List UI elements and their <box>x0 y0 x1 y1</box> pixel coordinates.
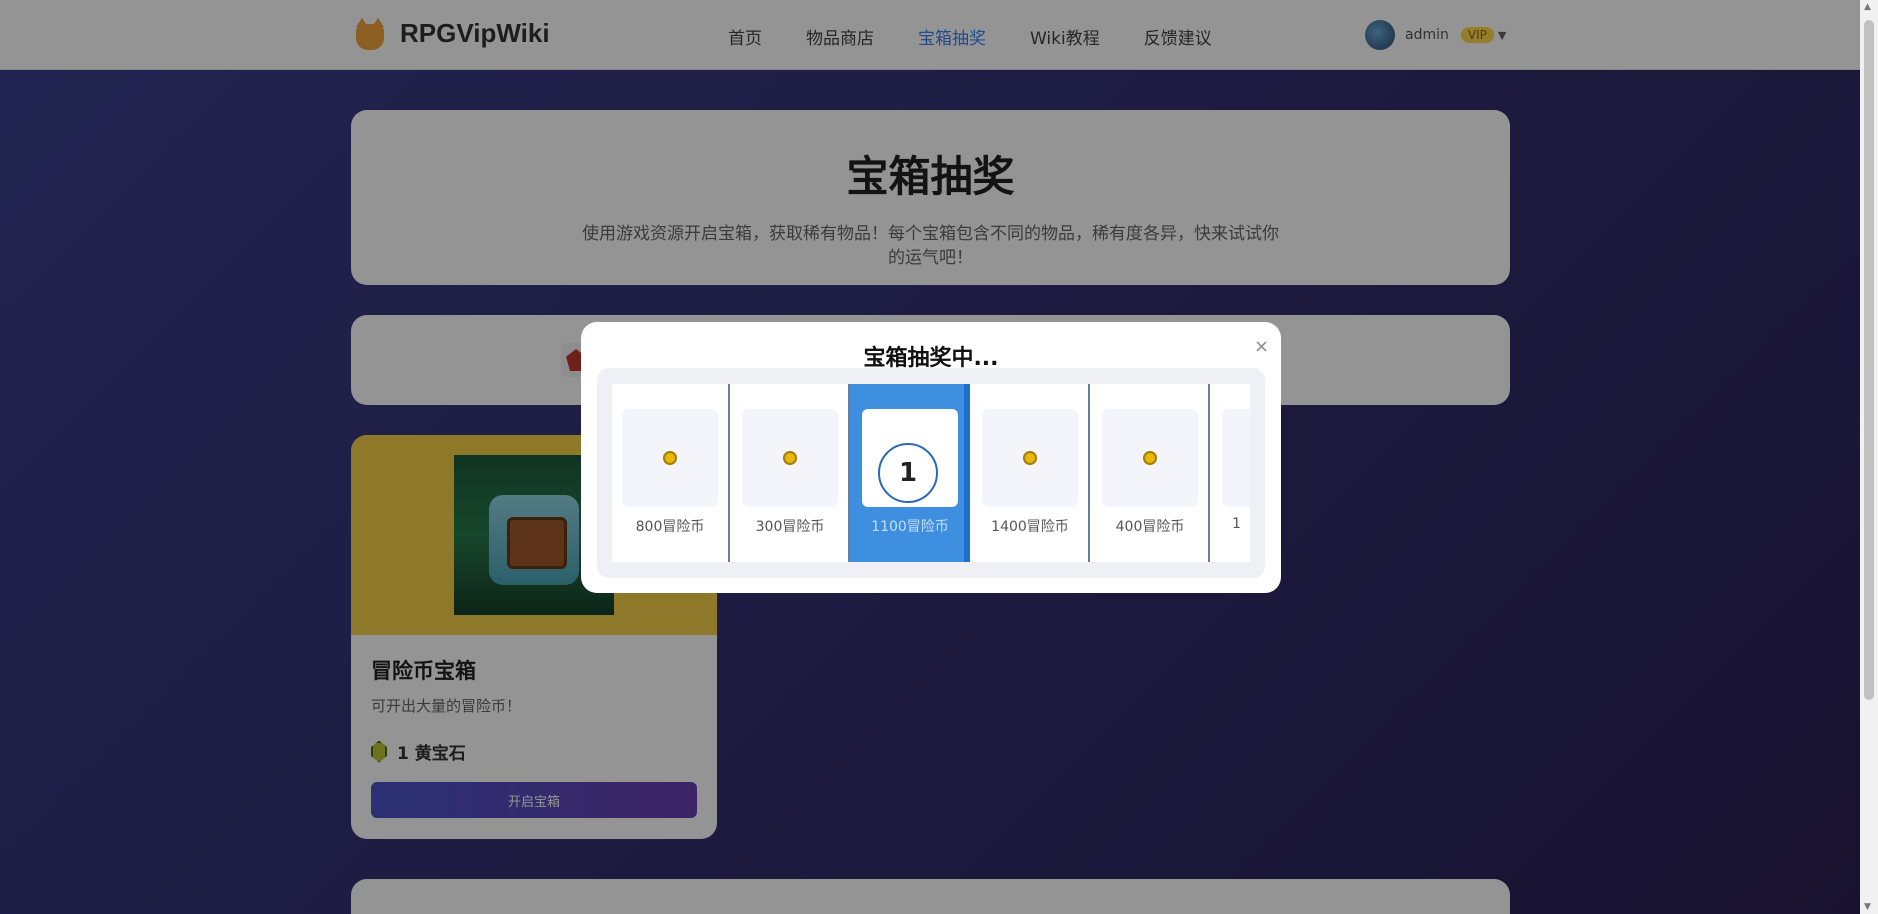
reel-item: 800冒险币 <box>612 384 730 562</box>
scroll-up-icon[interactable]: ▲ <box>1864 2 1871 12</box>
page-scrollbar[interactable]: ▲ ▼ <box>1860 0 1878 914</box>
reel-item-image <box>622 409 718 507</box>
reel-item-label: 800冒险币 <box>635 519 705 535</box>
reel-container: 800冒险币 300冒险币 1 1100冒险币 1400冒险币 400冒险币 1 <box>597 368 1265 578</box>
reel-item-label: 1100冒险币 <box>871 519 949 535</box>
coin-icon <box>1143 451 1157 465</box>
reel-item-label: 1 <box>1232 516 1241 532</box>
coin-icon <box>1023 451 1037 465</box>
scroll-thumb[interactable] <box>1864 20 1874 700</box>
prize-reel: 800冒险币 300冒险币 1 1100冒险币 1400冒险币 400冒险币 1 <box>612 384 1250 562</box>
spin-counter-badge: 1 <box>878 443 938 503</box>
reel-item-label: 400冒险币 <box>1115 519 1185 535</box>
coin-icon <box>783 451 797 465</box>
reel-item-image <box>1102 409 1198 507</box>
coin-icon <box>663 451 677 465</box>
reel-item: 1400冒险币 <box>970 384 1090 562</box>
reel-item-label: 300冒险币 <box>755 519 825 535</box>
reel-item-label: 1400冒险币 <box>991 519 1069 535</box>
scroll-down-icon[interactable]: ▼ <box>1864 902 1871 912</box>
lottery-modal: 宝箱抽奖中... × 800冒险币 300冒险币 1 1100冒险币 1400冒… <box>581 322 1281 593</box>
reel-item-selected: 1 1100冒险币 <box>850 384 970 562</box>
close-icon[interactable]: × <box>1254 336 1269 357</box>
reel-item-image <box>1222 409 1250 507</box>
reel-item: 300冒险币 <box>730 384 850 562</box>
reel-item-image <box>742 409 838 507</box>
reel-item-image <box>982 409 1078 507</box>
reel-item: 1 <box>1210 384 1250 562</box>
reel-item: 400冒险币 <box>1090 384 1210 562</box>
